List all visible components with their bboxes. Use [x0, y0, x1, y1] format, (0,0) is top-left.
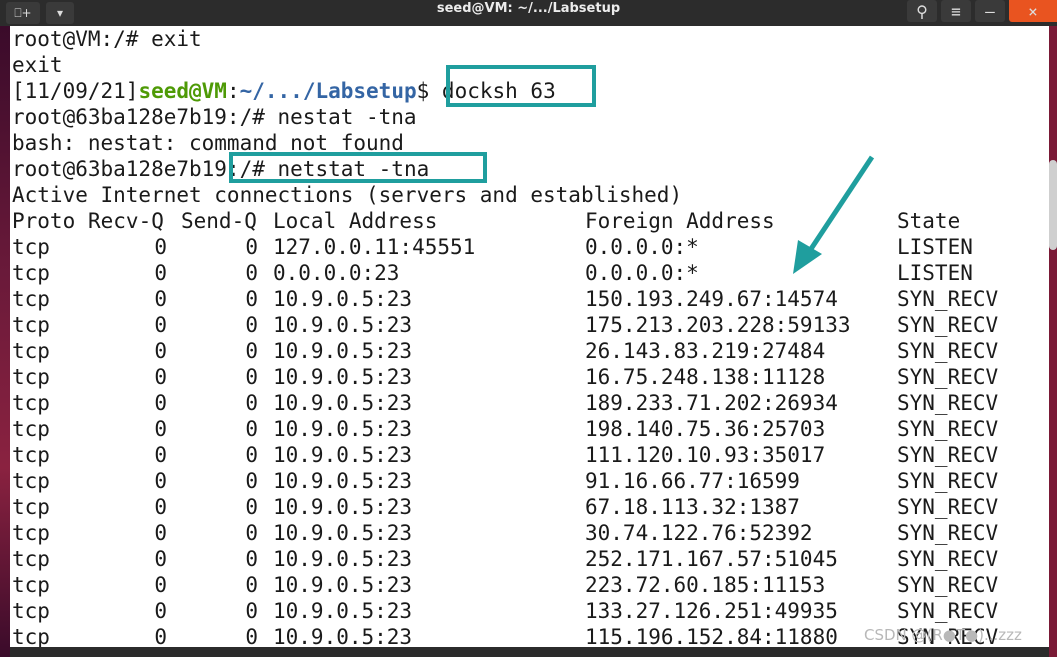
terminal-output[interactable]: root@VM:/# exit exit [11/09/21]seed@VM:~…	[10, 26, 1049, 647]
title-bar: ⎕+ ▾ seed@VM: ~/.../Labsetup ⚲ ≡ – ×	[0, 0, 1057, 26]
annotation-arrow-icon	[793, 155, 875, 274]
window-title: seed@VM: ~/.../Labsetup	[436, 1, 621, 16]
arrow-shaft	[802, 155, 875, 260]
scrollbar-thumb[interactable]	[1049, 160, 1057, 250]
arrow-head	[793, 240, 822, 274]
hamburger-icon: ≡	[951, 1, 961, 21]
minimize-button[interactable]: –	[975, 0, 1005, 22]
hamburger-menu-button[interactable]: ≡	[941, 0, 971, 22]
desktop-background-left	[0, 26, 10, 657]
close-icon: ×	[1028, 1, 1038, 21]
desktop-background-right	[1049, 26, 1057, 657]
minimize-icon: –	[985, 1, 995, 21]
background-window-strip	[10, 647, 1049, 657]
close-button[interactable]: ×	[1009, 0, 1057, 22]
search-button[interactable]: ⚲	[907, 0, 937, 22]
watermark-text: CSDN @(R●T●)...zzz	[864, 626, 1022, 644]
search-icon: ⚲	[916, 1, 928, 21]
title-bar-right: ⚲ ≡ – ×	[903, 0, 1057, 26]
